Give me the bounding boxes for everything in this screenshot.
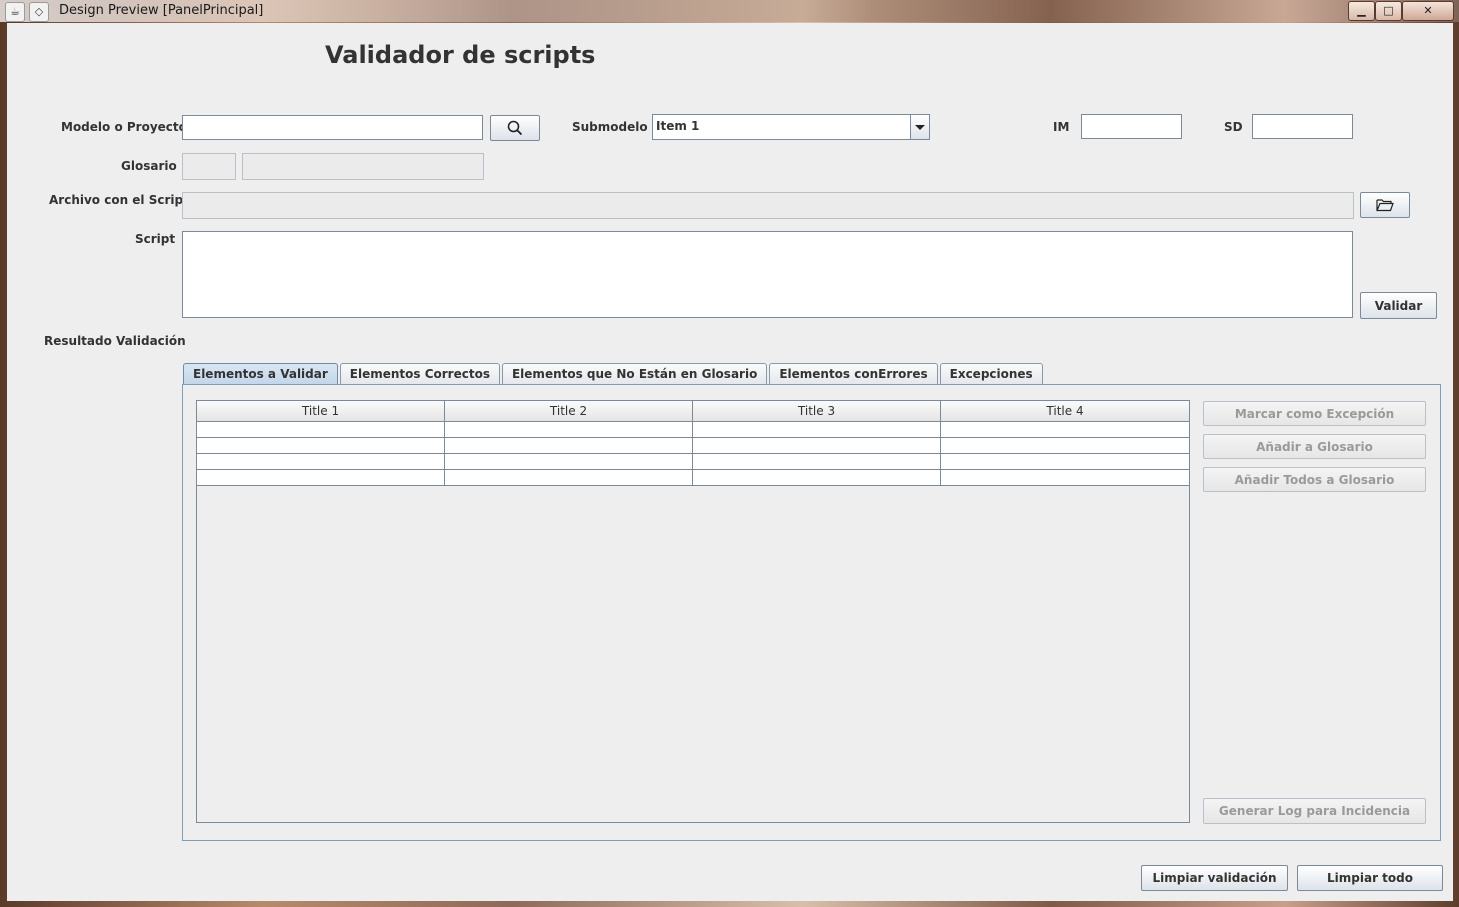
modelo-field[interactable] <box>182 115 483 140</box>
table-cell[interactable] <box>445 470 693 485</box>
table-cell[interactable] <box>693 454 941 469</box>
limpiar-validacion-button[interactable]: Limpiar validación <box>1141 865 1288 891</box>
diamond-icon[interactable]: ◇ <box>29 2 49 22</box>
glosario-label: Glosario <box>121 159 177 173</box>
table-row[interactable] <box>197 422 1189 438</box>
table-row[interactable] <box>197 454 1189 470</box>
table-row[interactable] <box>197 470 1189 486</box>
table-header: Title 1 Title 2 Title 3 Title 4 <box>197 401 1189 422</box>
elements-table[interactable]: Title 1 Title 2 Title 3 Title 4 <box>196 400 1190 823</box>
search-button[interactable] <box>490 115 540 141</box>
archivo-field <box>182 192 1354 219</box>
glosario-code-field <box>182 153 236 180</box>
submodelo-combo[interactable]: Item 1 <box>652 114 930 140</box>
close-button[interactable]: ✕ <box>1402 1 1454 21</box>
tab-elementos-a-validar[interactable]: Elementos a Validar <box>183 363 338 384</box>
sd-input[interactable] <box>1253 115 1352 138</box>
page-title: Validador de scripts <box>325 41 596 69</box>
generar-log-button[interactable]: Generar Log para Incidencia <box>1203 798 1426 824</box>
table-cell[interactable] <box>197 454 445 469</box>
column-header[interactable]: Title 2 <box>445 401 693 421</box>
column-header[interactable]: Title 3 <box>693 401 941 421</box>
table-cell[interactable] <box>197 422 445 437</box>
minimize-button[interactable]: ▁ <box>1348 1 1375 21</box>
table-cell[interactable] <box>445 422 693 437</box>
browse-file-button[interactable] <box>1360 192 1410 218</box>
script-label: Script <box>135 232 176 246</box>
anadir-todos-glosario-button[interactable]: Añadir Todos a Glosario <box>1203 467 1426 492</box>
tab-excepciones[interactable]: Excepciones <box>939 363 1043 384</box>
table-cell[interactable] <box>941 470 1189 485</box>
main-panel: Validador de scripts Modelo o Proyecto S… <box>7 23 1453 901</box>
table-cell[interactable] <box>445 438 693 453</box>
submodelo-label: Submodelo <box>572 120 648 134</box>
window-title: Design Preview [PanelPrincipal] <box>59 3 264 18</box>
sd-field[interactable] <box>1252 114 1353 139</box>
result-tabs: Elementos a Validar Elementos Correctos … <box>183 363 1045 385</box>
folder-open-icon <box>1376 199 1394 212</box>
tab-no-en-glosario[interactable]: Elementos que No Están en Glosario <box>501 363 768 384</box>
anadir-glosario-button[interactable]: Añadir a Glosario <box>1203 434 1426 459</box>
modelo-input[interactable] <box>183 116 482 139</box>
tab-elementos-con-errores[interactable]: Elementos conErrores <box>769 363 938 384</box>
submodelo-value: Item 1 <box>656 119 700 133</box>
table-cell[interactable] <box>941 422 1189 437</box>
table-row[interactable] <box>197 438 1189 454</box>
table-cell[interactable] <box>693 438 941 453</box>
archivo-label: Archivo con el Script <box>49 193 189 207</box>
table-cell[interactable] <box>197 470 445 485</box>
marcar-excepcion-button[interactable]: Marcar como Excepción <box>1203 401 1426 426</box>
search-icon <box>507 120 523 136</box>
table-cell[interactable] <box>197 438 445 453</box>
script-textarea[interactable] <box>182 231 1353 318</box>
column-header[interactable]: Title 4 <box>941 401 1189 421</box>
tab-elementos-correctos[interactable]: Elementos Correctos <box>339 363 500 384</box>
column-header[interactable]: Title 1 <box>197 401 445 421</box>
im-input[interactable] <box>1082 115 1181 138</box>
maximize-button[interactable]: □ <box>1375 1 1402 21</box>
java-cup-icon: ☕ <box>5 2 25 22</box>
im-field[interactable] <box>1081 114 1182 139</box>
sd-label: SD <box>1224 120 1243 134</box>
im-label: IM <box>1053 120 1070 134</box>
table-cell[interactable] <box>941 454 1189 469</box>
modelo-label: Modelo o Proyecto <box>61 120 187 134</box>
chevron-down-icon[interactable] <box>910 115 929 139</box>
table-cell[interactable] <box>941 438 1189 453</box>
resultado-label: Resultado Validación <box>44 334 186 348</box>
table-cell[interactable] <box>693 470 941 485</box>
table-cell[interactable] <box>445 454 693 469</box>
validar-button[interactable]: Validar <box>1360 292 1437 319</box>
limpiar-todo-button[interactable]: Limpiar todo <box>1297 865 1443 891</box>
title-bar: ☕ ◇ Design Preview [PanelPrincipal] ▁ □ … <box>0 0 1459 22</box>
table-cell[interactable] <box>693 422 941 437</box>
glosario-name-field <box>242 153 484 180</box>
tab-panel: Title 1 Title 2 Title 3 Title 4 Marcar c… <box>182 384 1441 841</box>
